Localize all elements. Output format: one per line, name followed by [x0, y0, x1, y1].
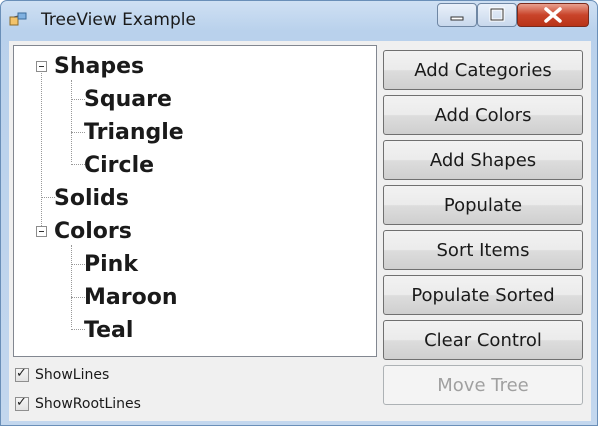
tree-node-solids[interactable]: Solids — [54, 186, 129, 212]
sort-items-button[interactable]: Sort Items — [383, 230, 583, 270]
tree-node-shapes[interactable]: Shapes — [54, 54, 144, 80]
maximize-button[interactable] — [477, 3, 517, 27]
shapes-collapse-toggle[interactable] — [36, 61, 47, 72]
move-tree-button[interactable]: Move Tree — [383, 365, 583, 405]
add-shapes-button[interactable]: Add Shapes — [383, 140, 583, 180]
tree-connector — [71, 329, 85, 330]
add-colors-button[interactable]: Add Colors — [383, 95, 583, 135]
tree-node-colors[interactable]: Colors — [54, 219, 132, 245]
client-area: Shapes Square Triangle Circle Solids Col… — [9, 41, 591, 421]
maximize-icon — [489, 7, 505, 22]
window-title: TreeView Example — [41, 10, 196, 30]
tree-node-square[interactable]: Square — [84, 87, 172, 113]
tree-connector — [71, 297, 85, 298]
tree-node-circle[interactable]: Circle — [84, 153, 154, 179]
tree-connector — [41, 197, 55, 198]
checkmark-icon: ✓ — [16, 366, 27, 381]
close-button[interactable] — [517, 3, 589, 27]
title-bar[interactable]: TreeView Example — [1, 1, 597, 37]
colors-collapse-toggle[interactable] — [36, 226, 47, 237]
close-icon — [544, 7, 562, 23]
tree-node-triangle[interactable]: Triangle — [84, 120, 184, 146]
tree-node-pink[interactable]: Pink — [84, 252, 138, 278]
show-root-lines-label: ShowRootLines — [35, 396, 141, 412]
add-categories-button[interactable]: Add Categories — [383, 50, 583, 90]
main-window: TreeView Example Shapes Square Triangle … — [0, 0, 598, 426]
populate-button[interactable]: Populate — [383, 185, 583, 225]
tree-connector — [71, 132, 85, 133]
show-root-lines-option[interactable]: ✓ ShowRootLines — [15, 393, 141, 415]
tree-node-teal[interactable]: Teal — [84, 318, 133, 344]
checkmark-icon: ✓ — [16, 395, 27, 410]
show-lines-label: ShowLines — [35, 367, 110, 383]
colors-children-line — [71, 245, 72, 327]
minimize-button[interactable] — [437, 3, 477, 27]
populate-sorted-button[interactable]: Populate Sorted — [383, 275, 583, 315]
show-lines-checkbox[interactable]: ✓ — [15, 366, 29, 382]
tree-connector — [71, 99, 85, 100]
tree-connector — [71, 264, 85, 265]
show-root-lines-checkbox[interactable]: ✓ — [15, 395, 29, 411]
show-lines-option[interactable]: ✓ ShowLines — [15, 364, 109, 386]
tree-root-line — [41, 66, 42, 236]
tree-connector — [71, 164, 85, 165]
shapes-children-line — [71, 80, 72, 162]
clear-control-button[interactable]: Clear Control — [383, 320, 583, 360]
app-icon — [9, 12, 27, 26]
minimize-icon — [450, 16, 464, 21]
tree-view[interactable]: Shapes Square Triangle Circle Solids Col… — [13, 45, 377, 357]
tree-node-maroon[interactable]: Maroon — [84, 285, 177, 311]
